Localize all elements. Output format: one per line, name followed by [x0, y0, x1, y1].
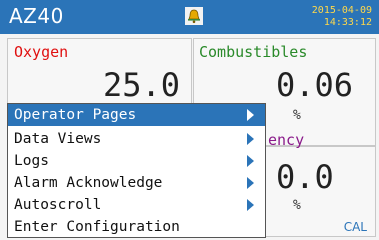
combustibles-value: 0.06: [276, 66, 354, 104]
combustibles-label: Combustibles: [199, 43, 308, 61]
efficiency-value: 0.0: [276, 158, 334, 196]
time-readout: 14:33:12: [323, 17, 372, 28]
menu-item-alarm-acknowledge[interactable]: Alarm Acknowledge: [8, 172, 265, 194]
menu-item-label: Alarm Acknowledge: [14, 175, 163, 191]
menu-item-logs[interactable]: Logs: [8, 150, 265, 172]
date-readout: 2015-04-09: [311, 5, 372, 16]
submenu-arrow-icon: [247, 155, 254, 167]
efficiency-label: ency: [268, 131, 305, 149]
analyzer-screen: AZ40 2015-04-09 14:33:12 Oxygen 25.0 Com…: [0, 0, 379, 240]
title-bar: AZ40 2015-04-09 14:33:12: [0, 0, 379, 34]
oxygen-label: Oxygen: [14, 43, 69, 61]
menu-item-data-views[interactable]: Data Views: [8, 128, 265, 150]
submenu-arrow-icon: [247, 133, 254, 145]
menu-item-autoscroll[interactable]: Autoscroll: [8, 194, 265, 216]
oxygen-value: 25.0: [103, 66, 181, 104]
menu-item-enter-configuration[interactable]: Enter Configuration: [8, 216, 265, 238]
menu-item-operator-pages[interactable]: Operator Pages: [8, 104, 265, 126]
submenu-arrow-icon: [247, 109, 254, 121]
bell-alarm-icon[interactable]: [185, 7, 203, 25]
device-name: AZ40: [9, 4, 64, 28]
cal-status: CAL: [343, 220, 367, 234]
menu-item-label: Enter Configuration: [14, 219, 180, 235]
submenu-arrow-icon: [247, 199, 254, 211]
menu-item-label: Logs: [14, 153, 49, 169]
menu-item-label: Autoscroll: [14, 197, 102, 213]
context-menu: Operator Pages Data Views Logs Alarm Ack…: [7, 103, 266, 238]
submenu-arrow-icon: [247, 177, 254, 189]
menu-item-label: Operator Pages: [14, 107, 137, 123]
menu-item-label: Data Views: [14, 131, 102, 147]
combustibles-unit: %: [293, 108, 301, 123]
efficiency-unit: %: [293, 198, 301, 213]
